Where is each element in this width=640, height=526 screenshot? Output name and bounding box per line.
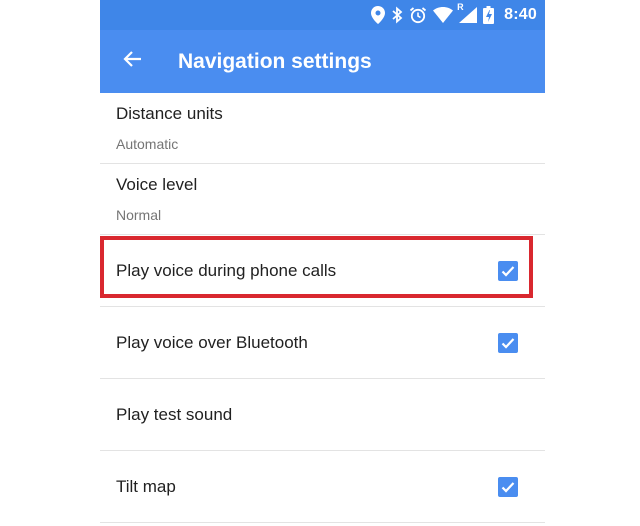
back-arrow-icon	[123, 51, 141, 72]
tilt-map-checkbox[interactable]	[498, 476, 518, 497]
page-title: Navigation settings	[178, 49, 372, 73]
settings-list: Distance units Automatic Voice level Nor…	[100, 93, 545, 523]
app-bar: Navigation settings	[100, 30, 545, 93]
status-time: 8:40	[504, 6, 537, 23]
setting-tilt-map[interactable]: Tilt map	[100, 451, 545, 523]
status-bar: R 8:40	[100, 0, 545, 30]
setting-label: Play voice over Bluetooth	[116, 332, 308, 352]
setting-voice-level[interactable]: Voice level Normal	[100, 164, 545, 235]
alarm-icon	[409, 6, 427, 24]
wifi-icon	[433, 6, 454, 24]
location-icon	[371, 6, 386, 24]
signal-roaming-icon: R	[457, 2, 478, 24]
setting-value: Normal	[116, 207, 162, 223]
setting-distance-units[interactable]: Distance units Automatic	[100, 93, 545, 164]
setting-label: Play voice during phone calls	[116, 260, 337, 280]
setting-play-voice-calls[interactable]: Play voice during phone calls	[100, 235, 545, 307]
setting-play-voice-bluetooth[interactable]: Play voice over Bluetooth	[100, 307, 545, 379]
screenshot-stage: R 8:40 Navigation settings Distance unit…	[0, 0, 640, 526]
setting-label: Voice level	[116, 175, 198, 194]
setting-play-test-sound[interactable]: Play test sound	[100, 379, 545, 451]
setting-label: Play test sound	[116, 404, 233, 424]
battery-charging-icon	[483, 6, 495, 24]
phone-screen: R 8:40 Navigation settings Distance unit…	[100, 0, 545, 526]
bluetooth-icon	[391, 6, 403, 24]
setting-value: Automatic	[116, 136, 179, 152]
setting-label: Distance units	[116, 104, 223, 123]
roaming-mark: R	[457, 2, 464, 12]
back-button[interactable]	[104, 30, 160, 93]
play-voice-bluetooth-checkbox[interactable]	[498, 332, 518, 353]
setting-label: Tilt map	[116, 476, 176, 496]
play-voice-calls-checkbox[interactable]	[498, 260, 518, 281]
